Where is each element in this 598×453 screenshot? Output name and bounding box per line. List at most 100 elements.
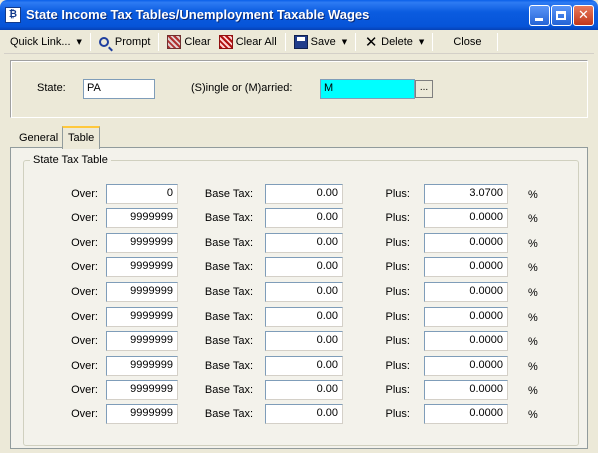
state-label: State: <box>37 82 66 94</box>
close-window-button[interactable]: ✕ <box>573 5 594 26</box>
quick-link-button[interactable]: Quick Link... ▼ <box>4 31 88 53</box>
plus-rate-field[interactable]: 0.0000 <box>424 208 508 228</box>
base-tax-field[interactable]: 0.00 <box>265 356 343 376</box>
lookup-button[interactable]: ... <box>415 80 433 98</box>
percent-label: % <box>528 312 538 324</box>
plus-rate-field[interactable]: 0.0000 <box>424 380 508 400</box>
percent-label: % <box>528 409 538 421</box>
percent-label: % <box>528 287 538 299</box>
base-tax-field[interactable]: 0.00 <box>265 331 343 351</box>
plus-label: Plus: <box>385 384 410 396</box>
app-icon: ₿ <box>5 7 21 23</box>
delete-button[interactable]: ✕ Delete ▼ <box>358 31 430 53</box>
base-tax-field[interactable]: 0.00 <box>265 208 343 228</box>
plus-label: Plus: <box>385 408 410 420</box>
base-tax-field[interactable]: 0.00 <box>265 184 343 204</box>
title-bar[interactable]: ₿ State Income Tax Tables/Unemployment T… <box>0 0 598 30</box>
plus-label: Plus: <box>385 335 410 347</box>
save-button[interactable]: Save ▼ <box>288 31 353 53</box>
close-icon: ✕ <box>578 8 589 23</box>
toolbar-divider <box>89 32 91 51</box>
over-label: Over: <box>71 212 98 224</box>
clear-all-icon <box>218 34 233 49</box>
plus-rate-field[interactable]: 0.0000 <box>424 282 508 302</box>
save-label: Save <box>310 35 336 48</box>
percent-label: % <box>528 336 538 348</box>
quick-link-label: Quick Link... <box>10 35 71 48</box>
over-label: Over: <box>71 261 98 273</box>
plus-rate-field[interactable]: 0.0000 <box>424 257 508 277</box>
plus-label: Plus: <box>385 360 410 372</box>
window-title: State Income Tax Tables/Unemployment Tax… <box>26 7 370 22</box>
over-label: Over: <box>71 384 98 396</box>
group-title: State Tax Table <box>30 154 111 166</box>
over-field[interactable]: 9999999 <box>106 404 178 424</box>
base-tax-field[interactable]: 0.00 <box>265 380 343 400</box>
toolbar-divider <box>158 32 160 51</box>
over-label: Over: <box>71 237 98 249</box>
close-button[interactable]: Close <box>435 31 495 53</box>
state-field[interactable]: PA <box>83 79 155 99</box>
toolbar-divider <box>284 32 286 51</box>
toolbar-divider <box>432 32 434 51</box>
plus-rate-field[interactable]: 0.0000 <box>424 233 508 253</box>
chevron-down-icon: ▼ <box>76 37 82 46</box>
over-field[interactable]: 9999999 <box>106 208 178 228</box>
chevron-down-icon: ▼ <box>341 37 348 46</box>
minimize-button[interactable] <box>529 5 550 26</box>
plus-rate-field[interactable]: 0.0000 <box>424 331 508 351</box>
over-field[interactable]: 9999999 <box>106 380 178 400</box>
base-tax-field[interactable]: 0.00 <box>265 282 343 302</box>
base-tax-field[interactable]: 0.00 <box>265 233 343 253</box>
percent-label: % <box>528 262 538 274</box>
base-tax-label: Base Tax: <box>204 335 253 347</box>
over-field[interactable]: 9999999 <box>106 233 178 253</box>
base-tax-field[interactable]: 0.00 <box>265 307 343 327</box>
minimize-icon <box>535 18 543 21</box>
base-tax-field[interactable]: 0.00 <box>265 404 343 424</box>
close-label: Close <box>453 35 482 48</box>
base-tax-label: Base Tax: <box>204 237 253 249</box>
base-tax-label: Base Tax: <box>204 311 253 323</box>
tab-panel-table: State Tax Table Over: 0 Base Tax: 0.00 Plus:… <box>10 147 588 449</box>
marital-status-field[interactable]: M <box>320 79 415 99</box>
percent-label: % <box>528 213 538 225</box>
plus-rate-field[interactable]: 0.0000 <box>424 404 508 424</box>
clear-icon <box>167 34 182 49</box>
tab-table[interactable]: Table <box>62 126 101 149</box>
percent-label: % <box>528 238 538 250</box>
base-tax-label: Base Tax: <box>204 212 253 224</box>
base-tax-field[interactable]: 0.00 <box>265 257 343 277</box>
percent-label: % <box>528 361 538 373</box>
plus-rate-field[interactable]: 0.0000 <box>424 356 508 376</box>
header-panel: State: PA (S)ingle or (M)arried: M ... <box>10 60 588 118</box>
over-label: Over: <box>71 286 98 298</box>
clear-all-label: Clear All <box>235 35 277 48</box>
plus-label: Plus: <box>385 237 410 249</box>
tab-general[interactable]: General <box>14 128 63 149</box>
over-field[interactable]: 9999999 <box>106 282 178 302</box>
over-field[interactable]: 0 <box>106 184 178 204</box>
toolbar: Quick Link... ▼ Prompt Clear Clear All S… <box>4 30 594 54</box>
plus-rate-field[interactable]: 0.0000 <box>424 307 508 327</box>
clear-all-button[interactable]: Clear All <box>217 31 283 53</box>
percent-label: % <box>528 189 538 201</box>
plus-rate-field[interactable]: 3.0700 <box>424 184 508 204</box>
plus-label: Plus: <box>385 286 410 298</box>
over-label: Over: <box>71 335 98 347</box>
base-tax-label: Base Tax: <box>204 286 253 298</box>
over-label: Over: <box>71 188 98 200</box>
over-field[interactable]: 9999999 <box>106 356 178 376</box>
maximize-button[interactable] <box>551 5 572 26</box>
over-field[interactable]: 9999999 <box>106 257 178 277</box>
prompt-button[interactable]: Prompt <box>93 31 156 53</box>
base-tax-label: Base Tax: <box>204 188 253 200</box>
state-tax-table-group: State Tax Table Over: 0 Base Tax: 0.00 Plus:… <box>23 154 579 446</box>
over-label: Over: <box>71 360 98 372</box>
over-field[interactable]: 9999999 <box>106 331 178 351</box>
base-tax-label: Base Tax: <box>204 360 253 372</box>
toolbar-divider <box>355 32 357 51</box>
clear-button[interactable]: Clear <box>161 31 216 53</box>
over-field[interactable]: 9999999 <box>106 307 178 327</box>
base-tax-label: Base Tax: <box>204 384 253 396</box>
